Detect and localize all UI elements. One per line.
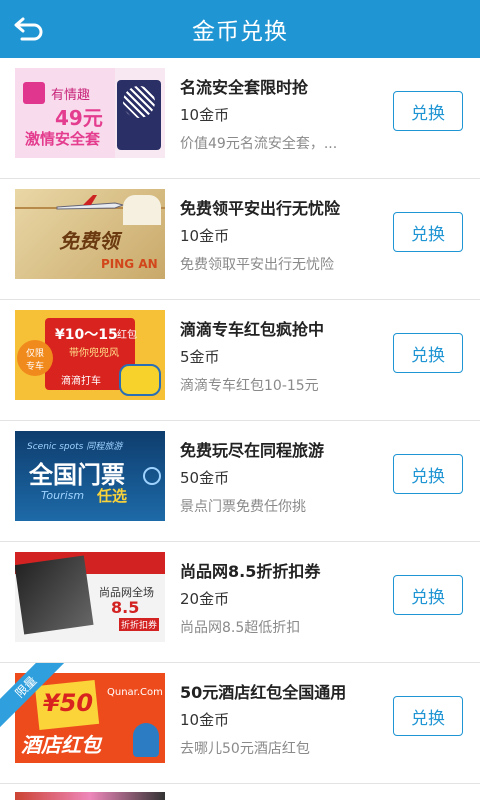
redeem-button[interactable]: 兑换 [393,91,463,131]
item-description: 免费领取平安出行无忧险 [180,257,334,273]
item-cost: 10金币 [180,106,230,124]
thumb-line2: 8.5 [111,598,140,617]
list-item[interactable]: 有情趣 49元 激情安全套 名流安全套限时抢 10金币 价值49元名流安全套，.… [0,58,480,179]
item-cost: 10金币 [180,711,230,729]
arrow-circle-icon [143,467,161,485]
item-thumbnail: Scenic spots 同程旅游 全国门票 Tourism 任选 [15,431,165,521]
thumb-slogan: 激情安全套 [25,130,101,148]
thumb-amount: ¥10～15 [55,327,118,343]
item-title: 免费领平安出行无忧险 [180,199,341,218]
list-item[interactable]: ¥10～15 红包 带你兜兜风 仅限 专车 滴滴打车 滴滴专车红包疯抢中 5金币… [0,300,480,421]
thumb-brand: PING AN [101,257,158,271]
shoe-image-icon [15,555,94,635]
list-item[interactable]: 限量 ¥50 Qunar.Com 酒店红包 50元酒店红包全国通用 10金币 去… [0,663,480,784]
item-title: 尚品网8.5折折扣券 [180,562,321,581]
thumb-unit: 红包 [117,330,137,341]
limited-badge: 限量 [0,663,70,733]
thumb-price: 49元 [55,106,103,130]
item-thumbnail: ¥10～15 红包 带你兜兜风 仅限 专车 滴滴打车 [15,310,165,400]
thumb-brand: Qunar.Com [107,687,163,698]
landmark-icon [123,195,161,225]
item-thumbnail: 有情趣 49元 激情安全套 [15,68,165,158]
thumb-brand: 滴滴打车 [61,376,101,387]
item-cost: 50金币 [180,469,230,487]
item-title: 免费玩尽在同程旅游 [180,441,325,460]
item-description: 滴滴专车红包10-15元 [180,378,319,394]
list-item-partial[interactable] [0,780,480,800]
airplane-icon [56,195,125,210]
list-item[interactable]: Scenic spots 同程旅游 全国门票 Tourism 任选 免费玩尽在同… [0,421,480,542]
redeem-button[interactable]: 兑换 [393,696,463,736]
item-thumbnail: 免费领 PING AN [15,189,165,279]
item-title: 名流安全套限时抢 [180,78,309,97]
thumb-headline: 免费领 [59,229,119,253]
back-arrow-icon [14,17,43,41]
list-item[interactable]: 免费领 PING AN 免费领平安出行无忧险 10金币 免费领取平安出行无忧险 … [0,179,480,300]
thumb-line3: 折折扣券 [119,618,160,631]
item-thumbnail [15,792,165,800]
back-button[interactable] [12,12,46,46]
item-thumbnail: 尚品网全场 8.5 折折扣券 [15,552,165,642]
thumb-subtitle: 带你兜兜风 [69,348,119,359]
brand-logo-icon [23,82,45,104]
item-description: 去哪儿50元酒店红包 [180,741,310,757]
redeem-button[interactable]: 兑换 [393,575,463,615]
item-title: 50元酒店红包全国通用 [180,683,347,702]
list-item[interactable]: 尚品网全场 8.5 折折扣券 尚品网8.5折折扣券 20金币 尚品网8.5超低折… [0,542,480,663]
thumb-headline: 酒店红包 [21,733,101,757]
thumb-pick: 任选 [97,487,128,505]
item-description: 价值49元名流安全套，... [180,136,338,152]
item-description: 尚品网8.5超低折扣 [180,620,301,636]
item-title: 滴滴专车红包疯抢中 [180,320,325,339]
item-description: 景点门票免费任你挑 [180,499,306,515]
taxi-icon [119,364,161,396]
mascot-icon [133,723,159,757]
redeem-button[interactable]: 兑换 [393,333,463,373]
redeem-button[interactable]: 兑换 [393,212,463,252]
thumb-brand: 有情趣 [51,88,91,103]
thumb-top-text: Scenic spots 同程旅游 [27,442,123,452]
reward-list: 有情趣 49元 激情安全套 名流安全套限时抢 10金币 价值49元名流安全套，.… [0,58,480,784]
item-cost: 10金币 [180,227,230,245]
app-header: 金币兑换 [0,0,480,58]
item-cost: 20金币 [180,590,230,608]
item-cost: 5金币 [180,348,220,366]
product-box-icon [117,80,161,150]
thumb-subtitle: Tourism [41,489,85,502]
page-title: 金币兑换 [192,19,288,45]
redeem-button[interactable]: 兑换 [393,454,463,494]
promo-tag: 仅限 专车 [17,340,53,376]
